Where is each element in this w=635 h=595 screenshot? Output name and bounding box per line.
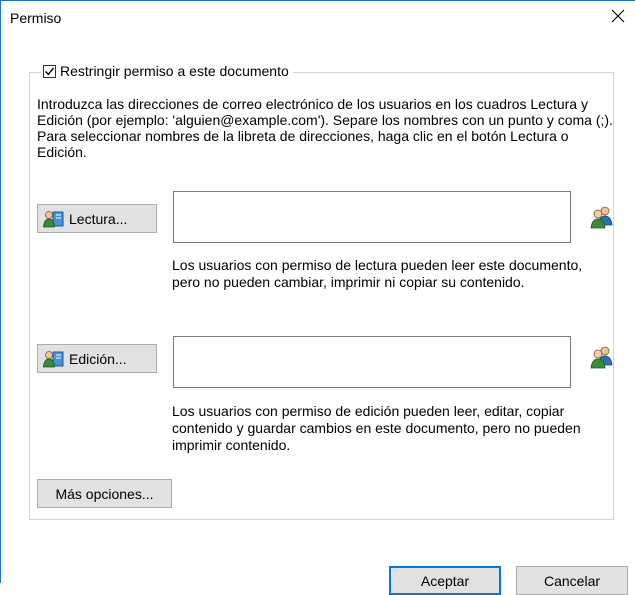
- address-book-icon: [43, 350, 64, 367]
- more-options-button[interactable]: Más opciones...: [37, 479, 172, 508]
- instructions-text: Introduzca las direcciones de correo ele…: [37, 96, 613, 160]
- dialog-title: Permiso: [10, 10, 62, 26]
- restrict-permission-label: Restringir permiso a este documento: [60, 63, 289, 79]
- edit-address-book-button[interactable]: [588, 343, 616, 371]
- read-users-field[interactable]: [173, 191, 571, 243]
- checkbox-box[interactable]: [43, 64, 56, 78]
- read-button-label: Lectura...: [69, 210, 128, 227]
- close-button[interactable]: [603, 3, 633, 29]
- restrict-permission-checkbox[interactable]: Restringir permiso a este documento: [41, 63, 293, 79]
- users-icon: [590, 346, 613, 369]
- read-button[interactable]: Lectura...: [37, 204, 157, 233]
- users-icon: [590, 206, 613, 229]
- edit-button-label: Edición...: [69, 350, 127, 367]
- edit-button[interactable]: Edición...: [37, 344, 157, 373]
- edit-permission-note: Los usuarios con permiso de edición pued…: [172, 403, 581, 453]
- read-permission-note: Los usuarios con permiso de lectura pued…: [172, 257, 583, 290]
- accept-button[interactable]: Aceptar: [389, 566, 501, 595]
- permission-dialog: Permiso Restringir permiso a este docume…: [0, 0, 635, 595]
- checkmark-icon: [45, 67, 55, 75]
- edit-users-field[interactable]: [173, 336, 571, 388]
- cancel-button[interactable]: Cancelar: [516, 566, 628, 595]
- read-address-book-button[interactable]: [588, 203, 616, 231]
- address-book-icon: [43, 210, 64, 227]
- close-icon: [611, 9, 625, 23]
